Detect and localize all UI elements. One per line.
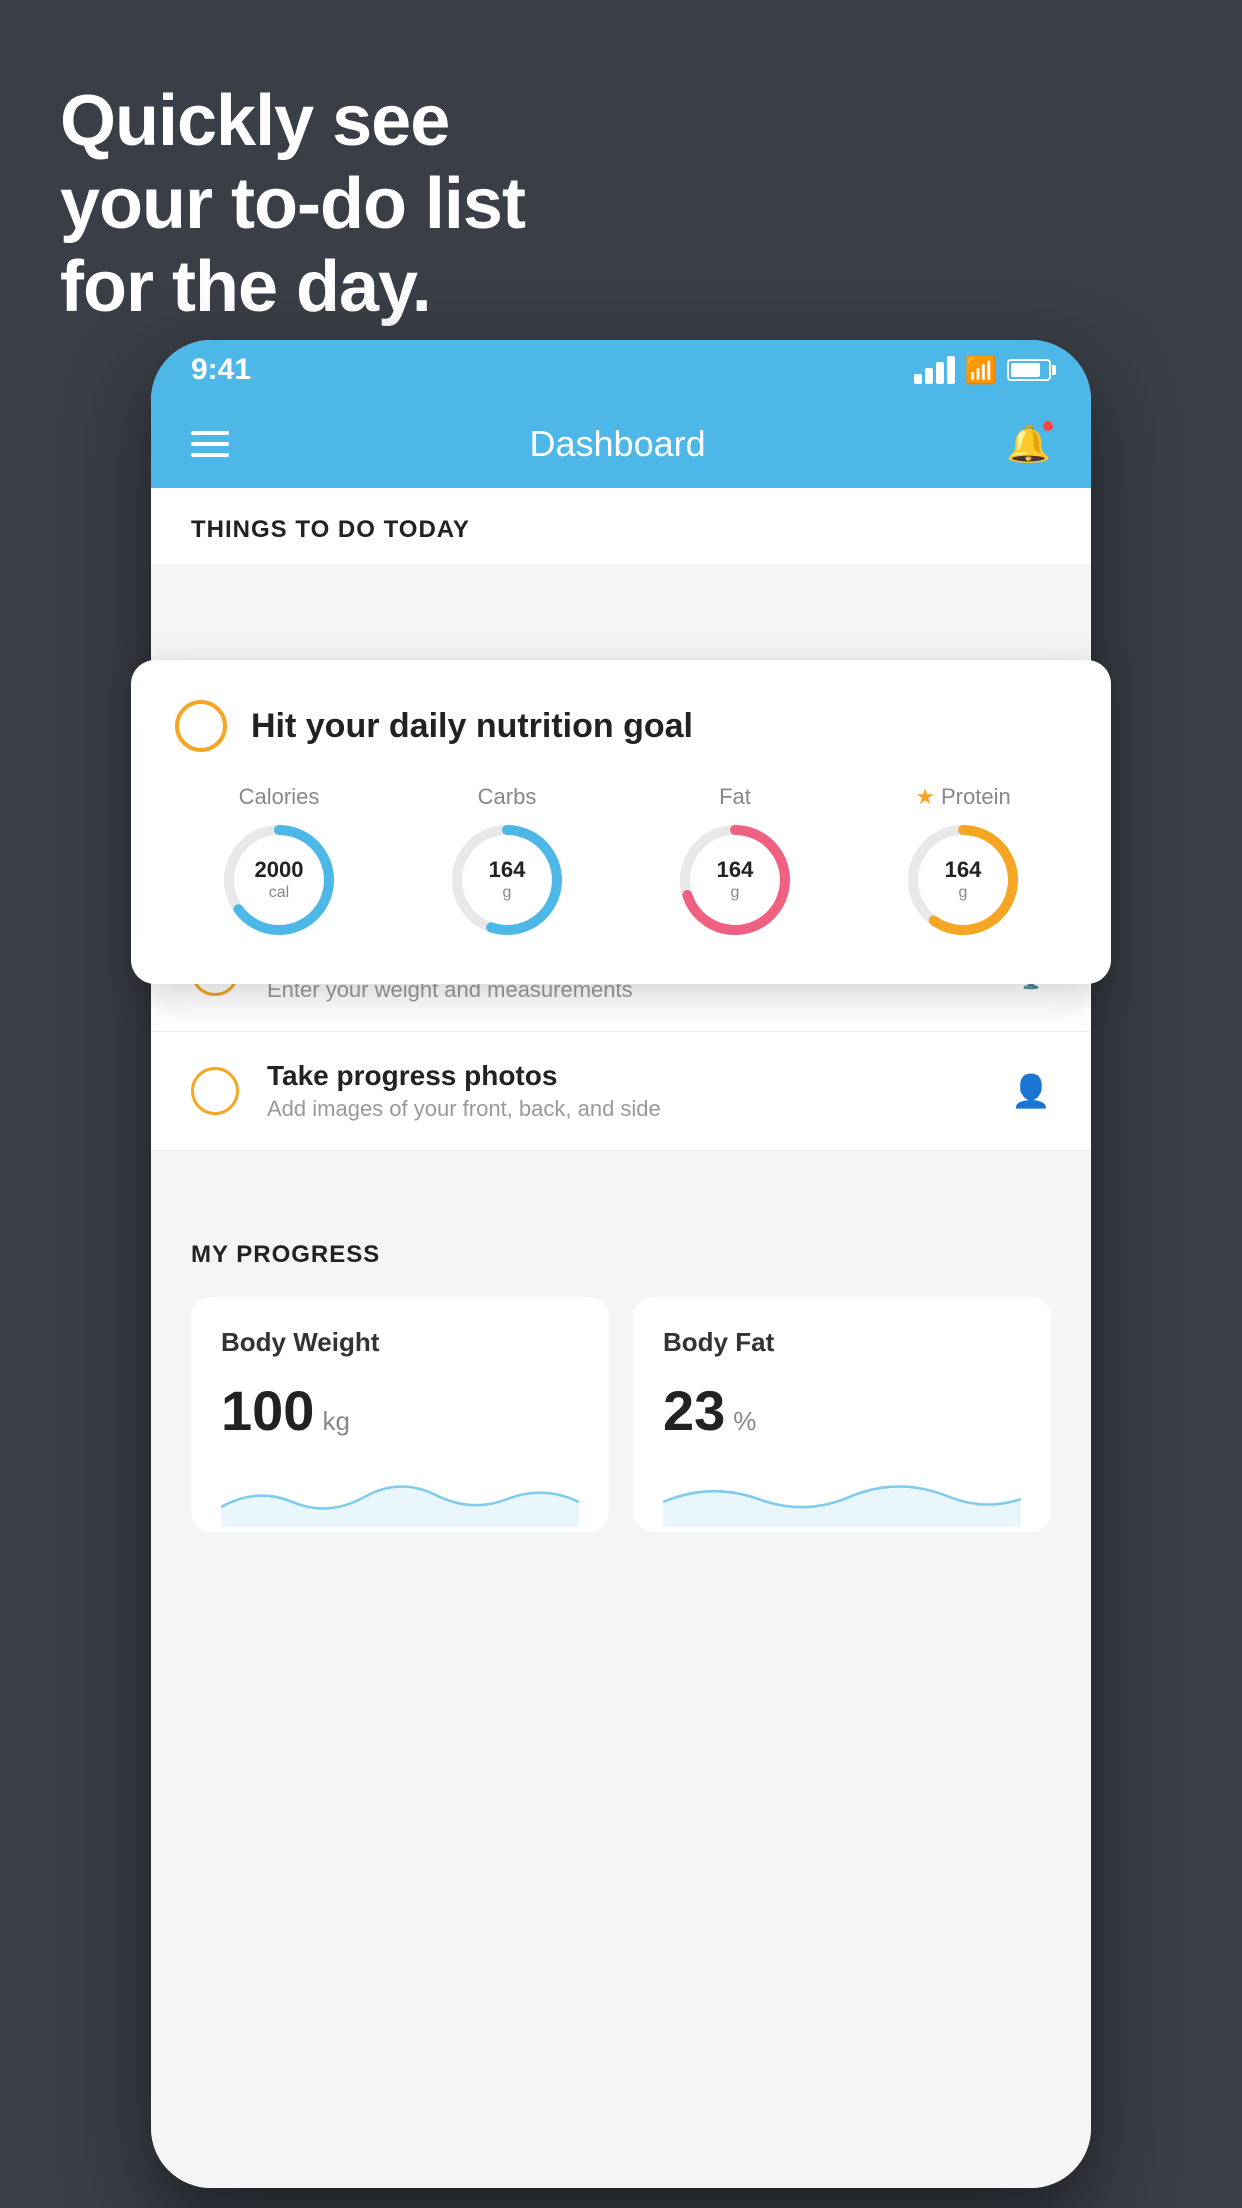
progress-card-fat-title: Body Fat — [663, 1327, 1021, 1358]
floating-nutrition-card: Hit your daily nutrition goal Calories 2… — [131, 660, 1111, 984]
todo-sub-photos: Add images of your front, back, and side — [267, 1096, 983, 1122]
progress-card-weight-title: Body Weight — [221, 1327, 579, 1358]
hero-line2: your to-do list — [60, 163, 525, 246]
protein-label: ★ Protein — [915, 784, 1010, 810]
fat-donut-value: 164 — [717, 857, 754, 883]
weight-unit: kg — [322, 1406, 349, 1437]
carbs-unit: g — [489, 884, 526, 903]
progress-card-weight[interactable]: Body Weight 100 kg — [191, 1297, 609, 1532]
fat-chart — [663, 1467, 1021, 1527]
notification-dot — [1041, 419, 1055, 433]
fat-donut-unit: g — [717, 884, 754, 903]
calories-label: Calories — [239, 784, 320, 810]
protein-unit: g — [945, 884, 982, 903]
battery-icon — [1007, 359, 1051, 381]
nutrition-grid: Calories 2000 cal Carbs — [175, 784, 1067, 940]
carbs-label: Carbs — [478, 784, 537, 810]
progress-value-weight: 100 kg — [221, 1378, 579, 1443]
weight-chart — [221, 1467, 579, 1527]
calories-value: 2000 — [255, 857, 304, 883]
status-bar: 9:41 📶 — [151, 340, 1091, 400]
todo-item-photos[interactable]: Take progress photos Add images of your … — [151, 1032, 1091, 1151]
hero-text-block: Quickly see your to-do list for the day. — [60, 80, 525, 328]
progress-value-fat: 23 % — [663, 1378, 1021, 1443]
photo-icon: 👤 — [1011, 1072, 1051, 1110]
fat-label: Fat — [719, 784, 751, 810]
carbs-donut: 164 g — [447, 820, 567, 940]
protein-donut: 164 g — [903, 820, 1023, 940]
progress-cards: Body Weight 100 kg Body Fat 23 % — [191, 1297, 1051, 1532]
app-nav: Dashboard 🔔 — [151, 400, 1091, 488]
protein-value: 164 — [945, 857, 982, 883]
nutrition-carbs: Carbs 164 g — [447, 784, 567, 940]
wifi-icon: 📶 — [965, 355, 997, 386]
hero-line3: for the day. — [60, 246, 525, 329]
status-time: 9:41 — [191, 353, 251, 387]
things-today-title: THINGS TO DO TODAY — [191, 516, 470, 543]
hamburger-menu[interactable] — [191, 431, 229, 457]
hero-line1: Quickly see — [60, 80, 525, 163]
fat-unit: % — [733, 1406, 756, 1437]
todo-main-photos: Take progress photos — [267, 1060, 983, 1092]
nutrition-card-title: Hit your daily nutrition goal — [251, 707, 693, 746]
nutrition-fat: Fat 164 g — [675, 784, 795, 940]
todo-text-photos: Take progress photos Add images of your … — [267, 1060, 983, 1122]
signal-icon — [914, 356, 955, 384]
weight-value: 100 — [221, 1378, 314, 1443]
todo-circle-photos — [191, 1067, 239, 1115]
section-header: THINGS TO DO TODAY — [151, 488, 1091, 564]
progress-section: MY PROGRESS Body Weight 100 kg Bod — [151, 1201, 1091, 1572]
fat-donut: 164 g — [675, 820, 795, 940]
nutrition-circle-btn[interactable] — [175, 700, 227, 752]
progress-card-fat[interactable]: Body Fat 23 % — [633, 1297, 1051, 1532]
phone-frame: 9:41 📶 Dashboard 🔔 THINGS TO — [151, 340, 1091, 2188]
nutrition-card-header: Hit your daily nutrition goal — [175, 700, 1067, 752]
progress-section-title: MY PROGRESS — [191, 1241, 1051, 1269]
fat-value: 23 — [663, 1378, 725, 1443]
nutrition-protein: ★ Protein 164 g — [903, 784, 1023, 940]
nav-title: Dashboard — [530, 423, 706, 465]
calories-unit: cal — [255, 884, 304, 903]
star-icon: ★ — [915, 784, 935, 810]
nutrition-calories: Calories 2000 cal — [219, 784, 339, 940]
status-icons: 📶 — [914, 355, 1051, 386]
calories-donut: 2000 cal — [219, 820, 339, 940]
bell-button[interactable]: 🔔 — [1006, 423, 1051, 465]
carbs-value: 164 — [489, 857, 526, 883]
